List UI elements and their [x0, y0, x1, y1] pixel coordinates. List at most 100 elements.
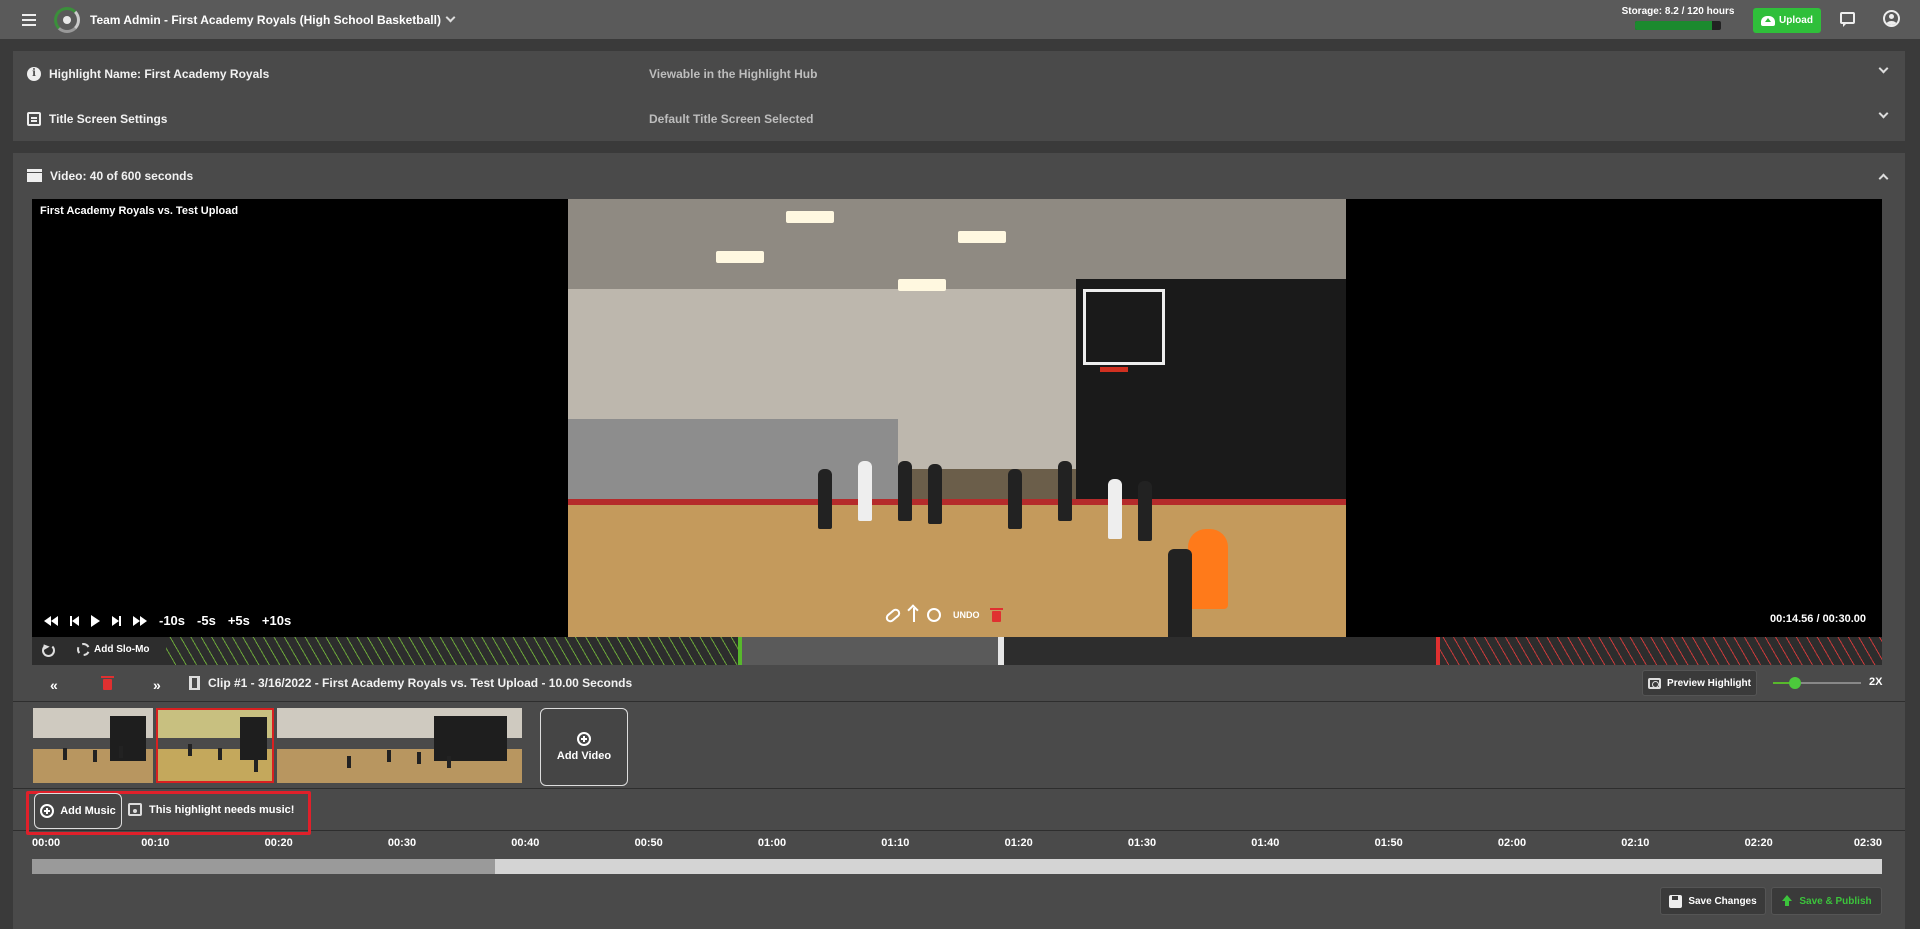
plus-circle-icon	[40, 804, 55, 818]
title-screen-status: Default Title Screen Selected	[649, 111, 814, 126]
trim-bar: Add Slo-Mo	[32, 637, 1882, 665]
timeline-tick: 00:00	[32, 837, 61, 849]
step-back-button[interactable]	[70, 615, 79, 626]
clip-thumbnail-selected[interactable]	[156, 708, 274, 783]
gauge-icon	[77, 643, 90, 656]
info-icon: i	[27, 66, 41, 81]
player	[1108, 479, 1122, 539]
storage-bar	[1635, 21, 1721, 30]
previous-clip-button[interactable]: «	[50, 677, 58, 693]
rewind-button[interactable]	[44, 615, 58, 626]
publish-label: Save & Publish	[1799, 895, 1872, 907]
ceiling-light	[898, 279, 946, 291]
play-button[interactable]	[91, 614, 100, 627]
skip-back-10-button[interactable]: -10s	[159, 613, 185, 628]
player	[1138, 481, 1152, 541]
trim-end-handle[interactable]	[1436, 637, 1440, 665]
step-forward-button[interactable]	[112, 615, 121, 626]
plus-circle-icon	[577, 732, 591, 746]
top-bar: Team Admin - First Academy Royals (High …	[0, 0, 1920, 39]
slomo-label: Add Slo-Mo	[94, 644, 150, 655]
video-player[interactable]: First Academy Royals vs. Test Upload -10…	[32, 199, 1882, 637]
player	[858, 461, 872, 521]
storage-label: Storage: 8.2 / 120 hours	[1621, 6, 1735, 17]
storage-indicator: Storage: 8.2 / 120 hours	[1620, 6, 1736, 30]
trim-start-handle[interactable]	[738, 637, 742, 665]
music-notice-label: This highlight needs music!	[149, 803, 295, 816]
highlight-visibility: Viewable in the Highlight Hub	[649, 66, 818, 81]
chevron-down-icon[interactable]	[1878, 63, 1889, 74]
player	[898, 461, 912, 521]
skip-forward-5-button[interactable]: +5s	[228, 613, 250, 628]
player	[1008, 469, 1022, 529]
add-slomo-button[interactable]: Add Slo-Mo	[77, 643, 150, 656]
player	[818, 469, 832, 529]
reset-icon[interactable]	[42, 644, 55, 657]
speed-slider-knob[interactable]	[1789, 677, 1801, 689]
timeline-tick: 02:20	[1744, 837, 1773, 849]
speed-slider[interactable]	[1773, 677, 1861, 689]
delete-clip-icon[interactable]	[101, 676, 114, 690]
team-selector[interactable]: Team Admin - First Academy Royals (High …	[90, 12, 456, 27]
video-section-header[interactable]: Video: 40 of 600 seconds	[13, 153, 1905, 198]
save-publish-button[interactable]: Save & Publish	[1771, 887, 1882, 915]
speed-label: 2X	[1869, 676, 1883, 688]
clip-thumbnail[interactable]	[277, 708, 522, 783]
account-icon[interactable]	[1883, 10, 1900, 27]
add-video-button[interactable]: Add Video	[540, 708, 628, 786]
playhead-handle[interactable]	[998, 637, 1004, 665]
music-row: Add Music This highlight needs music!	[13, 789, 1905, 835]
timeline-tick: 01:20	[1004, 837, 1033, 849]
hoop	[1100, 367, 1128, 372]
chevron-down-icon	[445, 12, 456, 23]
storage-bar-fill	[1635, 21, 1713, 30]
highlight-name-row[interactable]: i Highlight Name: First Academy Royals V…	[13, 51, 1905, 96]
trash-icon[interactable]	[989, 607, 1003, 622]
playback-controls: -10s -5s +5s +10s	[44, 613, 291, 628]
timeline-progress-fill	[32, 859, 495, 874]
video-frame[interactable]	[568, 199, 1346, 637]
skip-back-5-button[interactable]: -5s	[197, 613, 216, 628]
chevron-down-icon[interactable]	[1878, 108, 1889, 119]
trimmed-end-region	[1439, 637, 1882, 665]
app-logo	[54, 6, 80, 33]
settings-panel: i Highlight Name: First Academy Royals V…	[13, 51, 1905, 141]
chat-icon[interactable]	[1840, 12, 1855, 27]
chevron-up-icon[interactable]	[1878, 173, 1889, 184]
spotlight-icon[interactable]	[883, 606, 903, 624]
player	[928, 464, 942, 524]
clip-title: Clip #1 - 3/16/2022 - First Academy Roya…	[189, 676, 632, 690]
floppy-disk-icon	[1669, 894, 1683, 908]
preview-highlight-button[interactable]: Preview Highlight	[1642, 670, 1757, 696]
save-changes-button[interactable]: Save Changes	[1660, 887, 1766, 915]
trim-track[interactable]	[166, 637, 1882, 665]
title-screen-row[interactable]: Title Screen Settings Default Title Scre…	[13, 96, 1905, 141]
timeline-tick: 00:40	[511, 837, 540, 849]
undo-button[interactable]: UNDO	[953, 610, 980, 620]
clapperboard-icon	[27, 169, 42, 182]
timeline-tick: 02:00	[1497, 837, 1527, 849]
court-baseline	[568, 499, 1346, 505]
menu-icon[interactable]	[22, 13, 36, 26]
circle-icon[interactable]	[927, 608, 941, 622]
preview-label: Preview Highlight	[1667, 677, 1751, 689]
timeline-progress[interactable]	[32, 859, 1882, 874]
clip-navigation: « » Clip #1 - 3/16/2022 - First Academy …	[32, 665, 1882, 701]
next-clip-button[interactable]: »	[153, 677, 161, 693]
add-music-button[interactable]: Add Music	[34, 793, 122, 829]
arrow-up-icon[interactable]	[913, 608, 915, 622]
timeline-tick: 01:40	[1251, 837, 1280, 849]
upload-label: Upload	[1779, 15, 1813, 26]
timeline-tick: 01:10	[881, 837, 910, 849]
skip-forward-10-button[interactable]: +10s	[262, 613, 291, 628]
clip-thumbnail[interactable]	[33, 708, 153, 783]
title-screen-title: Title Screen Settings	[49, 111, 168, 126]
music-library-icon	[128, 803, 142, 816]
referee	[1188, 529, 1228, 609]
upload-button[interactable]: Upload	[1753, 8, 1821, 33]
timeline-ruler: 00:00 00:10 00:20 00:30 00:40 00:50 01:00 01:10…	[32, 837, 1882, 857]
timeline-tick: 00:50	[634, 837, 663, 849]
timeline-tick: 01:50	[1374, 837, 1403, 849]
video-duration-title: Video: 40 of 600 seconds	[50, 168, 194, 183]
fast-forward-button[interactable]	[133, 615, 147, 626]
